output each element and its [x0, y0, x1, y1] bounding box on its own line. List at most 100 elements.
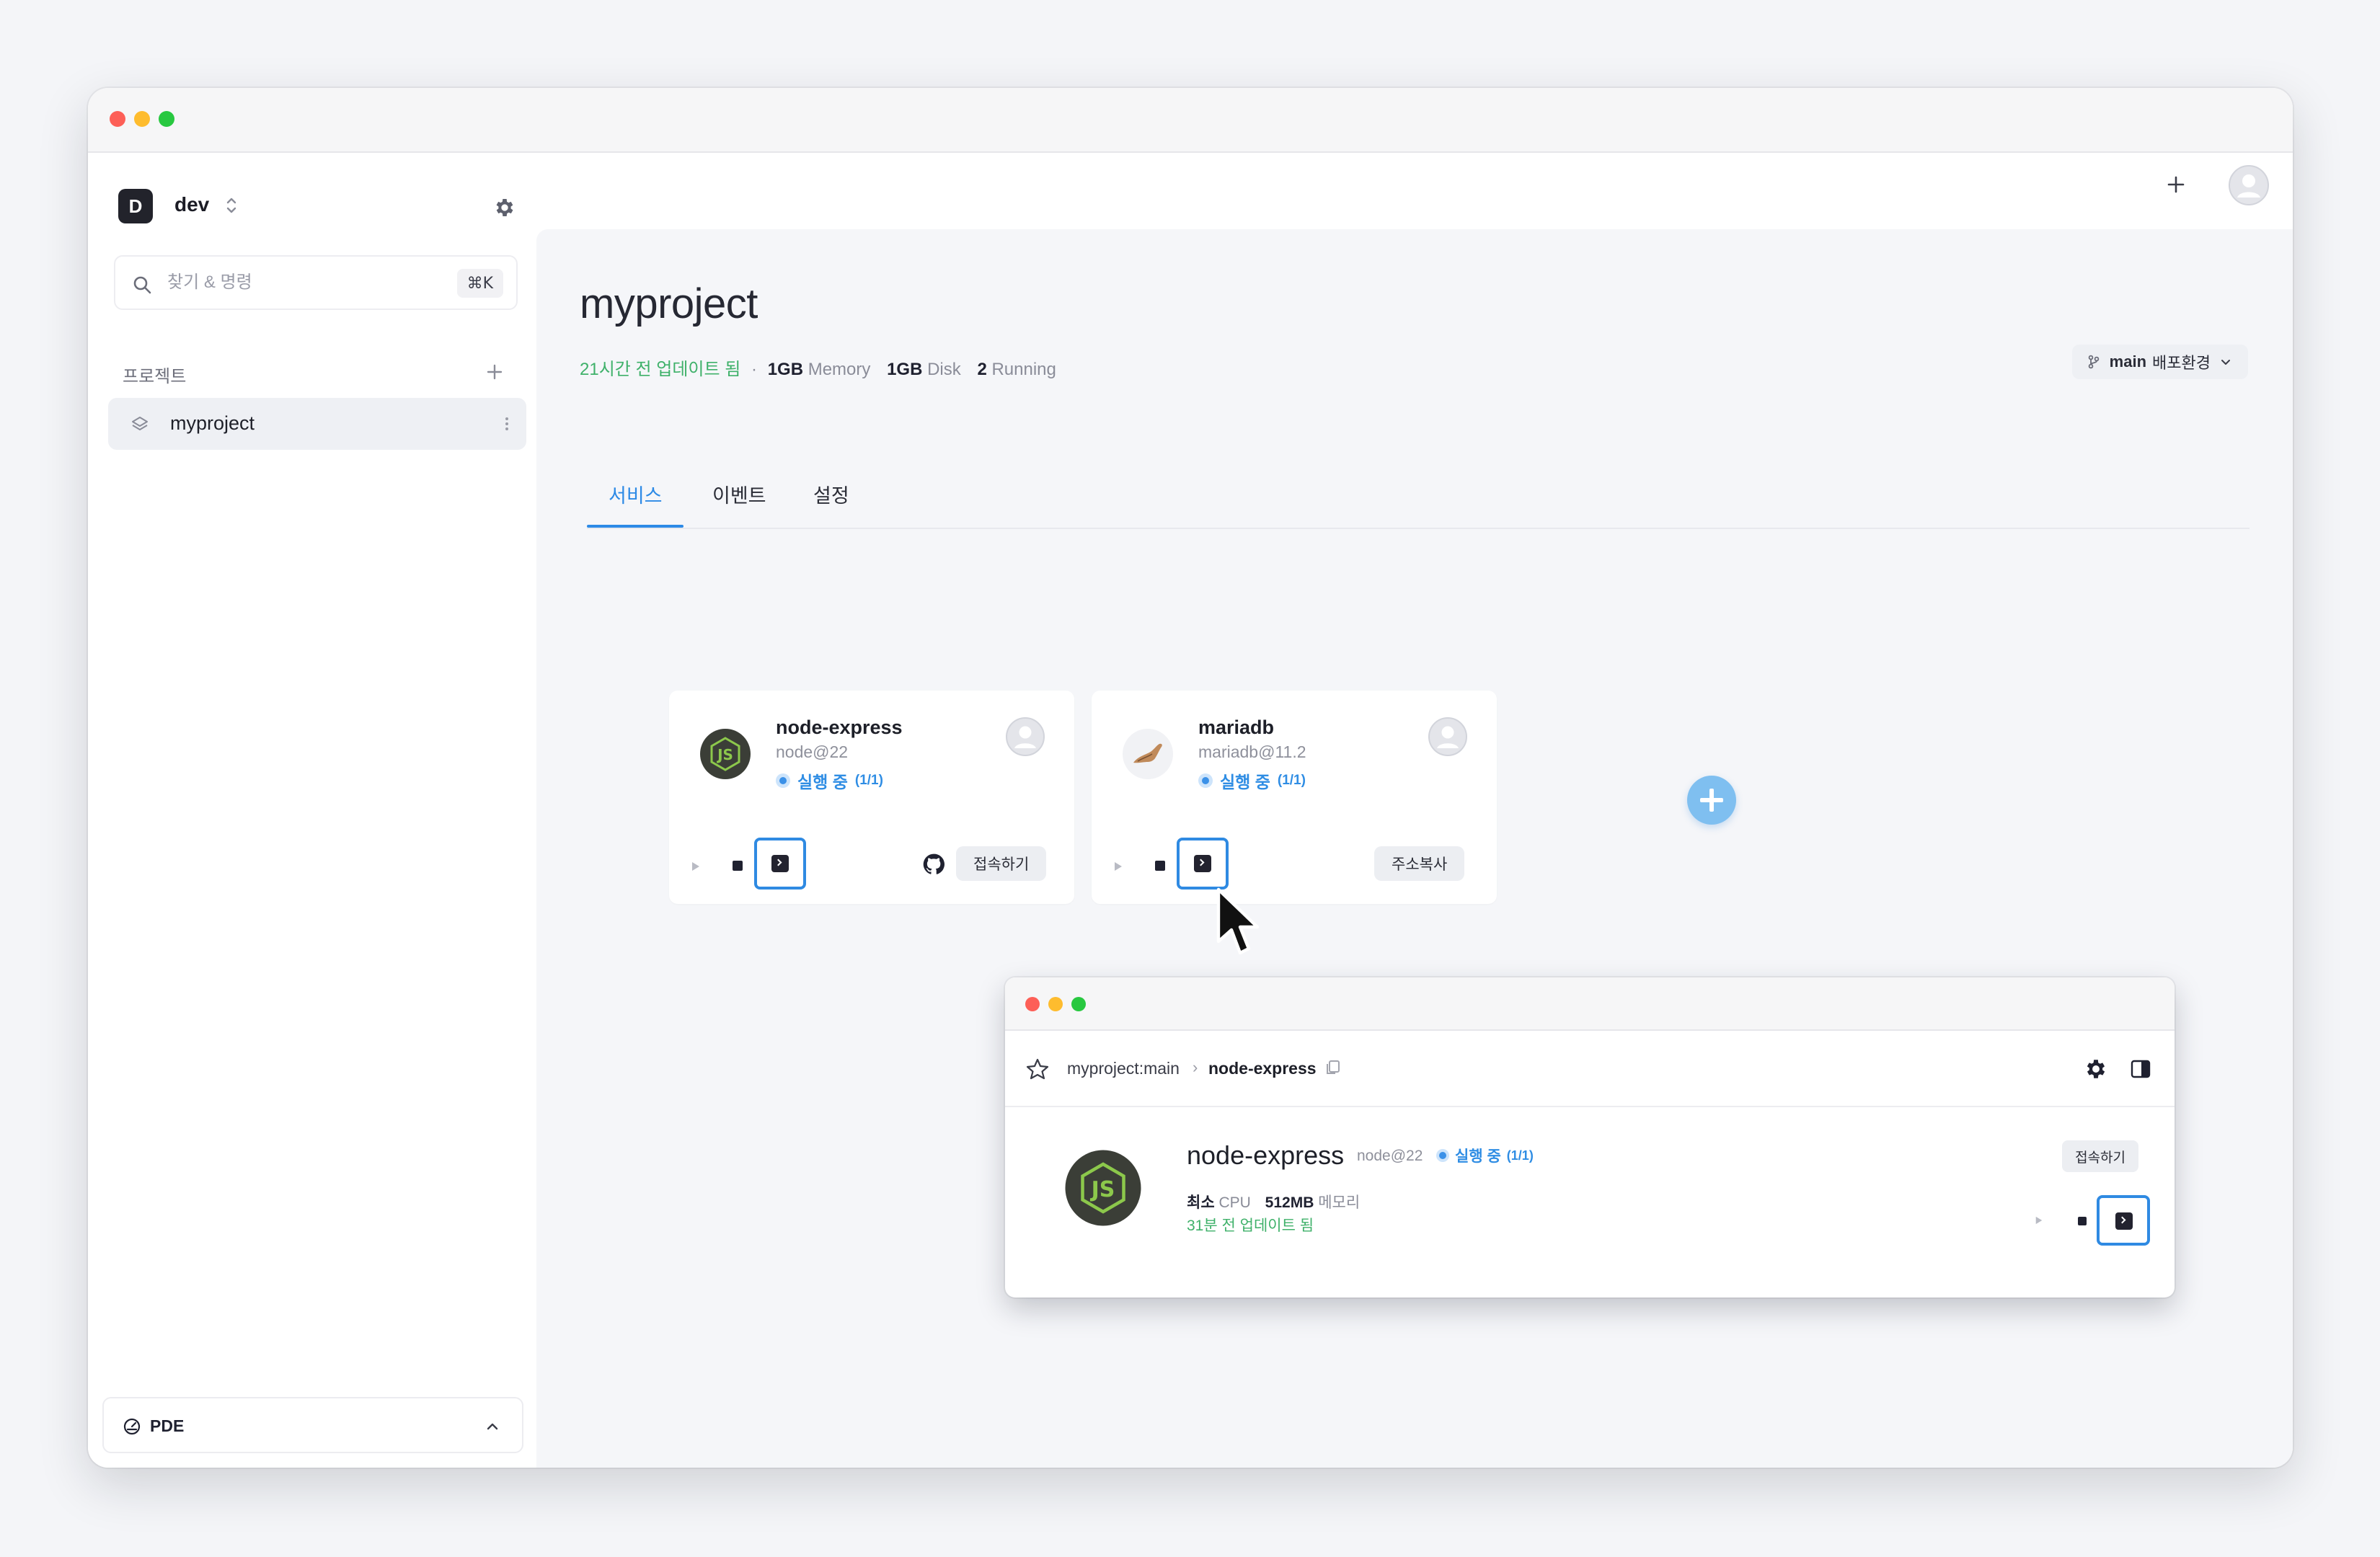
breadcrumb-project[interactable]: myproject:main [1067, 1059, 1180, 1078]
cpu-value: 최소 [1187, 1194, 1215, 1211]
service-image: node@22 [776, 742, 849, 761]
tab-settings[interactable]: 설정 [813, 480, 849, 508]
star-icon[interactable] [1025, 1057, 1050, 1081]
play-icon[interactable] [1113, 861, 1123, 872]
replica-count: (1/1) [1506, 1148, 1534, 1163]
pde-footer-panel[interactable]: PDE [102, 1397, 523, 1453]
zoom-window-button[interactable] [1071, 997, 1086, 1011]
preview-titlebar [1005, 977, 2175, 1031]
disk-value: 1GB [887, 360, 923, 379]
gauge-icon [123, 1418, 141, 1435]
running-label: Running [991, 360, 1056, 379]
connect-button[interactable]: 접속하기 [2062, 1140, 2138, 1172]
env-branch: main [2109, 352, 2147, 371]
workspace-name[interactable]: dev [174, 193, 209, 216]
terminal-icon [1194, 855, 1211, 872]
window-titlebar [88, 88, 2293, 153]
page-title: myproject [580, 280, 758, 327]
terminal-button[interactable] [1177, 838, 1229, 890]
stop-icon[interactable] [733, 861, 743, 871]
user-avatar[interactable] [2228, 164, 2270, 206]
status-badge: 실행 중 (1/1) [776, 768, 883, 793]
stop-icon[interactable] [2078, 1217, 2087, 1225]
memory-label: 메모리 [1318, 1194, 1361, 1211]
cpu-label: CPU [1218, 1194, 1251, 1211]
running-dot-icon [1198, 773, 1213, 788]
service-image: node@22 [1357, 1148, 1423, 1164]
active-tab-indicator [587, 525, 684, 528]
layers-icon [132, 417, 148, 430]
copy-icon[interactable] [1324, 1058, 1342, 1077]
terminal-icon [771, 855, 789, 872]
projects-section-label: 프로젝트 [123, 367, 187, 386]
tab-events[interactable]: 이벤트 [712, 480, 766, 508]
owner-avatar [1006, 717, 1045, 756]
chevron-up-down-icon[interactable] [224, 195, 239, 216]
breadcrumb-service[interactable]: node-express [1208, 1059, 1317, 1078]
sidebar-toggle-icon[interactable] [2130, 1058, 2151, 1080]
stop-icon[interactable] [1155, 861, 1165, 871]
nodejs-icon: JS [1065, 1150, 1141, 1226]
tab-bar: 서비스 이벤트 설정 [587, 464, 2250, 529]
service-image: mariadb@11.2 [1198, 742, 1306, 761]
service-name: mariadb [1198, 717, 1275, 738]
running-dot-icon [1436, 1149, 1449, 1162]
running-value: 2 [977, 360, 987, 379]
gear-icon[interactable] [2084, 1057, 2108, 1081]
zoom-window-button[interactable] [159, 111, 174, 127]
service-name: node-express [776, 717, 903, 738]
disk-label: Disk [927, 360, 961, 379]
github-icon[interactable] [923, 853, 945, 875]
tab-services[interactable]: 서비스 [609, 480, 663, 508]
breadcrumb-separator: › [1193, 1058, 1198, 1076]
owner-avatar [1428, 717, 1467, 756]
copy-address-button[interactable]: 주소복사 [1374, 846, 1465, 881]
workspace-avatar[interactable]: D [118, 189, 153, 223]
status-badge: 실행 중 (1/1) [1436, 1145, 1534, 1166]
search-icon [133, 276, 151, 294]
memory-value: 512MB [1265, 1194, 1314, 1211]
mouse-cursor-icon [1216, 887, 1260, 955]
play-icon[interactable] [2035, 1215, 2043, 1225]
environment-selector[interactable]: main 배포환경 [2071, 345, 2248, 379]
terminal-button[interactable] [754, 838, 806, 890]
svg-text:JS: JS [1090, 1177, 1115, 1202]
service-card-node-express[interactable]: JS node-express node@22 실행 중 (1/1) 접속하기 [669, 691, 1074, 904]
memory-value: 1GB [767, 360, 804, 379]
minimize-window-button[interactable] [1048, 997, 1063, 1011]
add-icon[interactable] [2163, 172, 2189, 198]
status-text: 실행 중 [1455, 1148, 1501, 1165]
minimize-window-button[interactable] [134, 111, 150, 127]
search-box[interactable]: ⌘K [114, 255, 518, 310]
more-vertical-icon[interactable] [503, 412, 510, 435]
sidebar: D dev ⌘K 프로젝트 myproject [88, 153, 536, 1468]
service-card-mariadb[interactable]: mariadb mariadb@11.2 실행 중 (1/1) 주소복사 [1092, 691, 1497, 904]
project-meta: 21시간 전 업데이트 됨 · 1GB Memory 1GB Disk 2 Ru… [580, 355, 1056, 380]
status-badge: 실행 중 (1/1) [1198, 768, 1306, 793]
add-project-icon[interactable] [483, 360, 506, 383]
mariadb-seal-icon [1123, 729, 1173, 779]
status-text: 실행 중 [797, 773, 848, 791]
sidebar-item-myproject[interactable]: myproject [108, 398, 526, 450]
close-window-button[interactable] [110, 111, 125, 127]
status-text: 실행 중 [1220, 773, 1270, 791]
terminal-button[interactable] [2097, 1195, 2150, 1246]
service-detail-window: myproject:main › node-express JS node-ex… [1005, 977, 2175, 1298]
nodejs-icon: JS [700, 729, 751, 779]
svg-text:JS: JS [716, 746, 733, 763]
running-dot-icon [776, 773, 790, 788]
pde-label: PDE [150, 1416, 185, 1435]
chevron-up-icon[interactable] [483, 1417, 502, 1436]
add-service-button[interactable] [1687, 776, 1736, 825]
resource-meta: 최소 CPU 512MB 메모리 [1187, 1191, 1360, 1212]
memory-label: Memory [808, 360, 871, 379]
chevron-down-icon [2221, 360, 2230, 365]
gear-icon[interactable] [493, 196, 516, 219]
search-input[interactable] [167, 267, 441, 298]
replica-count: (1/1) [1277, 773, 1306, 788]
play-icon[interactable] [691, 861, 701, 872]
connect-button[interactable]: 접속하기 [956, 846, 1047, 881]
git-branch-icon [2088, 355, 2099, 369]
close-window-button[interactable] [1025, 997, 1040, 1011]
service-title: node-express [1187, 1140, 1345, 1170]
